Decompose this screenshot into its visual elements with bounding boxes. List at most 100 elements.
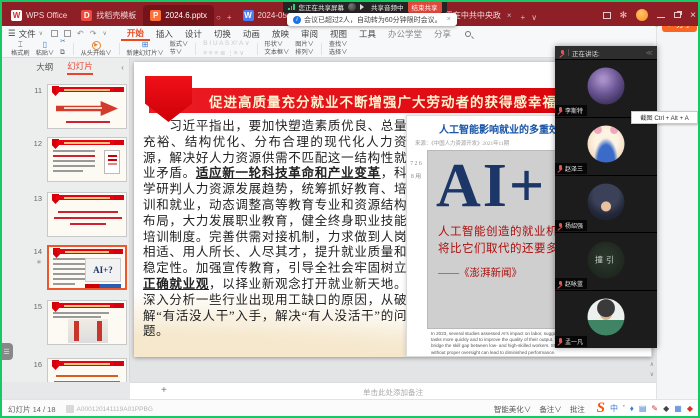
tab-wps-home[interactable]: W WPS Office — [4, 5, 74, 26]
beautify-button[interactable]: 智能美化∨ — [494, 404, 532, 415]
article-side-text: 7 2 6 8 用 — [410, 158, 422, 184]
search-icon[interactable] — [465, 31, 471, 37]
cut-icon[interactable]: ✂ — [60, 39, 65, 48]
undo-icon[interactable]: ↶ — [77, 29, 84, 38]
slide-panel: 大纲 幻灯片 ‹ 11 12 13 — [0, 58, 130, 382]
new-slide-label: 新建幻灯片∨ — [127, 51, 164, 57]
pin-icon[interactable]: ○ — [216, 13, 221, 22]
multi-window-icon[interactable] — [603, 12, 611, 19]
minimize-button[interactable] — [657, 17, 665, 18]
close-button[interactable]: × — [690, 10, 696, 21]
next-slide-arrow[interactable]: ∨ — [650, 371, 654, 378]
copy-icon[interactable]: ⧉ — [60, 50, 65, 59]
toolbox-icon[interactable]: ◆ — [663, 405, 669, 413]
play-from-start-button[interactable]: ▶ 从头开始∨ — [78, 41, 115, 57]
slide-thumbnail-13[interactable] — [47, 192, 127, 237]
mic-muted-icon — [557, 280, 563, 287]
picture-button[interactable]: 图片∨ — [295, 42, 314, 48]
menubar: ☰ 文件 ∨ ↶ ↷ ∨ 开始 插入 设计 切换 动画 放映 审阅 视图 工具 … — [0, 26, 656, 41]
print-icon[interactable] — [64, 30, 71, 37]
chinese-mode-icon[interactable]: 中 — [610, 405, 618, 413]
file-menu[interactable]: ☰ 文件 ∨ — [8, 28, 43, 40]
divider — [195, 43, 196, 55]
menu-design[interactable]: 设计 — [179, 26, 208, 41]
notes-toggle-button[interactable]: 备注∨ — [539, 404, 562, 415]
slide-thumbnail-15[interactable] — [47, 300, 127, 345]
divider — [119, 43, 120, 55]
hamburger-icon: ☰ — [8, 28, 16, 39]
format-painter-label: 格式刷 — [11, 51, 30, 57]
info-icon: i — [293, 16, 301, 24]
slide-body-text[interactable]: 习近平指出，要加快塑造素质优良、总量充裕、结构优化、分布合理的现代化人力资源，解… — [143, 119, 407, 340]
toast-close-icon[interactable]: × — [447, 16, 451, 23]
participant-name-tag: 李斯特 — [555, 105, 587, 116]
menu-slideshow[interactable]: 放映 — [266, 26, 295, 41]
user-avatar[interactable] — [636, 9, 648, 21]
new-tab-button[interactable]: + — [521, 13, 526, 22]
paste-button[interactable]: ▯ 粘贴∨ — [33, 41, 58, 57]
tab-pptx-active[interactable]: P 2024.6.pptx — [143, 5, 214, 26]
slide-thumbnail-12[interactable] — [47, 137, 127, 182]
voice-input-icon[interactable]: ♦ — [630, 405, 634, 413]
slide-thumbnail-14-selected[interactable]: AI+? — [47, 245, 127, 290]
participant-name-tag: 赵咏蓝 — [555, 278, 587, 289]
new-slide-button[interactable]: ⊞ 新建幻灯片∨ — [124, 41, 167, 57]
find-button[interactable]: 查找∨ — [329, 42, 348, 48]
tab-outline[interactable]: 大纲 — [36, 61, 53, 73]
add-slide-button[interactable]: + — [161, 385, 167, 396]
layout-button[interactable]: 版式∨ — [170, 42, 189, 48]
menu-review[interactable]: 审阅 — [295, 26, 324, 41]
format-painter-button[interactable]: ⌶ 格式刷 — [8, 41, 33, 57]
previous-slide-arrow[interactable]: ∧ — [650, 361, 654, 368]
stop-share-button[interactable]: 结束共享 — [408, 1, 442, 13]
menu-animation[interactable]: 动画 — [237, 26, 266, 41]
save-icon[interactable] — [51, 30, 58, 37]
seal-decor — [114, 361, 123, 366]
comments-button[interactable]: 批注 — [570, 404, 585, 415]
tab-list-dropdown[interactable]: ∨ — [531, 13, 537, 22]
shop-icon[interactable]: ◆ — [687, 405, 693, 413]
tab-slides[interactable]: 幻灯片 — [67, 60, 93, 75]
menu-transition[interactable]: 切换 — [208, 26, 237, 41]
tab-docer[interactable]: D 找稻壳模板 — [74, 5, 143, 26]
restore-button[interactable] — [674, 12, 681, 18]
image-strips — [85, 284, 121, 288]
select-button[interactable]: 选择∨ — [329, 50, 348, 56]
menu-tools[interactable]: 工具 — [353, 26, 382, 41]
seal-decor — [113, 249, 122, 254]
seal-decor — [114, 140, 123, 145]
shape-button[interactable]: 形状∨ — [265, 42, 290, 48]
paragraph-format-row: ≡ ≡ ≡ ≣ ⋮≡ ∨ — [203, 50, 249, 58]
slide-thumbnail-11[interactable] — [47, 84, 127, 129]
settings-gear-icon[interactable]: ✻ — [620, 12, 628, 19]
arrange-button[interactable]: 排列∨ — [295, 50, 314, 56]
plus-icon[interactable]: + — [227, 13, 232, 22]
keyboard-icon[interactable]: ▤ — [639, 405, 647, 413]
skin-board-icon[interactable]: ▦ — [674, 405, 682, 413]
seal-decor — [114, 195, 123, 200]
menu-view[interactable]: 视图 — [324, 26, 353, 41]
menu-academy[interactable]: 办公学堂 — [382, 26, 428, 41]
avatar — [588, 68, 625, 105]
punctuation-icon[interactable]: ’ — [623, 405, 625, 413]
notes-input[interactable]: 单击此处添加备注 — [363, 387, 423, 398]
chevron-left-icon[interactable]: ‹ — [121, 62, 124, 72]
panel-float-button[interactable]: ☰ — [0, 343, 13, 360]
cut-copy-group: ✂ ⧉ — [57, 39, 68, 59]
redo-icon[interactable]: ↷ — [90, 29, 97, 38]
body-segment: ，科学研判人力资源发展趋势，统筹抓好教育、培训和就业，动态调整高等教育专业和资源… — [143, 166, 407, 275]
speaking-label: 正在讲话: — [572, 48, 600, 58]
tab-close-icon[interactable]: × — [507, 11, 512, 20]
textbox-button[interactable]: 文本框∨ — [265, 50, 290, 56]
chevron-down-icon[interactable]: ∨ — [102, 30, 106, 37]
handwriting-icon[interactable]: ✎ — [651, 405, 658, 413]
slide-thumbnail-16[interactable] — [47, 358, 127, 382]
chevron-down-icon: ∨ — [39, 30, 43, 37]
menu-insert[interactable]: 插入 — [150, 26, 179, 41]
sogou-logo-icon[interactable]: S — [597, 401, 605, 416]
menu-home[interactable]: 开始 — [121, 26, 150, 41]
section-button[interactable]: 节∨ — [170, 50, 189, 56]
panel-collapse-icon[interactable]: ≪ — [646, 49, 653, 57]
slide-number: 11 — [28, 86, 42, 95]
menu-share[interactable]: 分享 — [428, 26, 457, 41]
